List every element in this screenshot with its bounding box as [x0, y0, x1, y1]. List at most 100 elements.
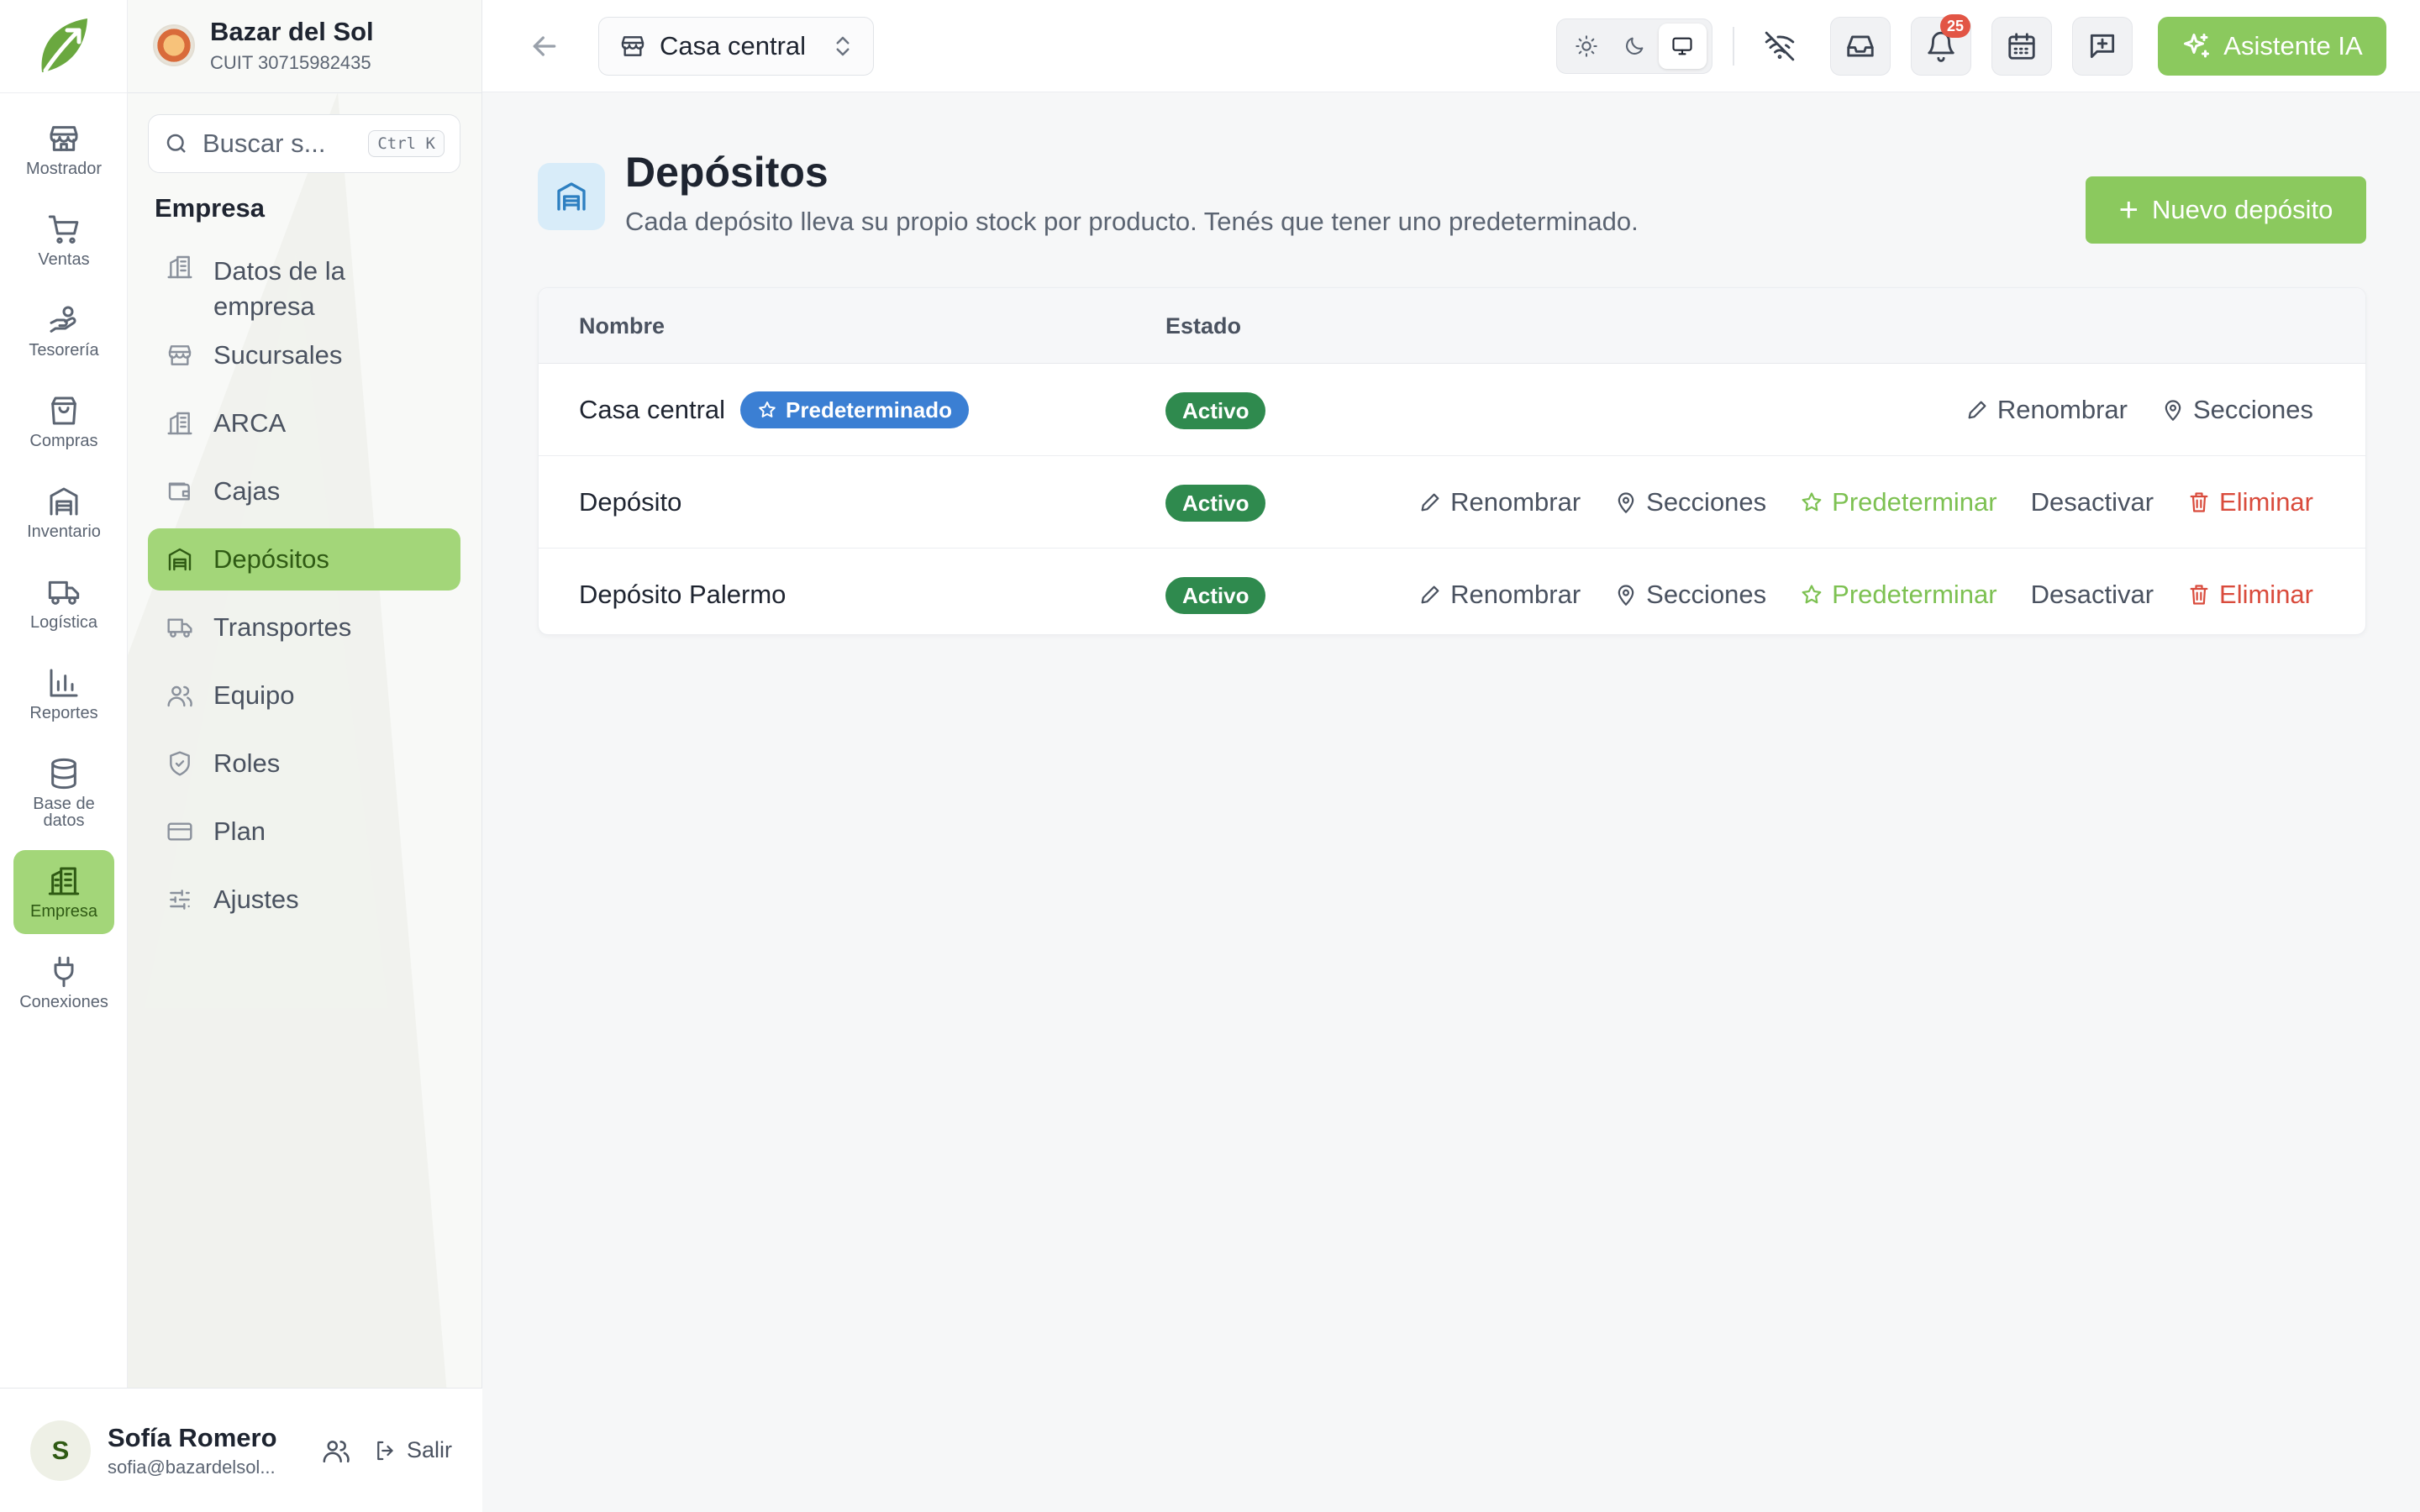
rename-label: Renombrar [1996, 395, 2128, 424]
rail-item-empresa[interactable]: Empresa [13, 850, 114, 934]
ai-assistant-label: Asistente IA [2223, 31, 2363, 60]
rail-item-conexiones[interactable]: Conexiones [13, 941, 114, 1025]
warehouse-name: Casa central [579, 395, 726, 424]
new-warehouse-button[interactable]: + Nuevo depósito [2086, 176, 2366, 244]
inbox-button[interactable] [1830, 17, 1891, 76]
search-shortcut: Ctrl K [368, 130, 445, 157]
hand-coins-icon [50, 306, 76, 333]
warehouse-icon [50, 487, 78, 516]
map-pin-icon [2165, 400, 2181, 421]
nav-item-arca[interactable]: ARCA [148, 392, 460, 454]
avatar[interactable]: S [30, 1420, 91, 1481]
rail-item-compras[interactable]: Compras [13, 380, 114, 464]
logout-button[interactable]: Salir [373, 1437, 452, 1463]
building-icon [48, 867, 80, 895]
deactivate-label: Desactivar [2030, 487, 2154, 517]
rail-item-base-de-datos[interactable]: Base de datos [13, 743, 114, 843]
back-button[interactable] [528, 29, 561, 63]
deactivate-button[interactable]: Desactivar [2031, 487, 2154, 517]
offline-button[interactable] [1749, 17, 1810, 76]
rail-item-label: Logística [29, 613, 98, 632]
org-header[interactable]: Bazar del Sol CUIT 30715982435 [153, 17, 374, 74]
notifications-button[interactable]: 25 [1911, 14, 1971, 76]
store-icon [168, 345, 192, 365]
rename-button[interactable]: Renombrar [1418, 487, 1581, 517]
trash-icon [2190, 585, 2208, 605]
theme-dark-button[interactable] [1610, 24, 1658, 69]
users-icon [323, 1440, 350, 1462]
row-actions: Renombrar Secciones [1932, 364, 2313, 456]
row-actions: Renombrar Secciones Predeterminar Desact… [1385, 549, 2313, 634]
nav-item-label: Sucursales [213, 340, 343, 370]
sections-button[interactable]: Secciones [1614, 487, 1766, 517]
nav-item-depositos[interactable]: Depósitos [148, 528, 460, 591]
toolbar-divider [1733, 27, 1734, 66]
pencil-icon [1421, 585, 1439, 604]
calendar-button[interactable] [1991, 17, 2052, 76]
warehouse-name-cell: Depósito [579, 456, 681, 549]
nav-item-datos-empresa[interactable]: Datos de la empresa [148, 239, 460, 324]
rail-item-tesoreria[interactable]: Tesorería [13, 289, 114, 373]
rail-item-mostrador[interactable]: Mostrador [13, 108, 114, 192]
make-default-label: Predeterminar [1832, 487, 1997, 517]
status-badge: Activo [1165, 577, 1266, 614]
column-header-name: Nombre [579, 313, 666, 339]
theme-light-button[interactable] [1562, 24, 1610, 69]
column-header-status: Estado [1165, 313, 1242, 339]
delete-label: Eliminar [2219, 487, 2313, 517]
database-icon [51, 758, 76, 790]
pencil-icon [1968, 401, 1986, 419]
rename-button[interactable]: Renombrar [1965, 395, 2128, 425]
make-default-button[interactable]: Predeterminar [1800, 487, 1997, 517]
rail-item-logistica[interactable]: Logística [13, 561, 114, 645]
nav-item-sucursales[interactable]: Sucursales [148, 324, 460, 386]
warehouse-name: Depósito Palermo [579, 580, 786, 609]
nav-item-label: Datos de la empresa [213, 256, 345, 321]
nav-item-roles[interactable]: Roles [148, 732, 460, 795]
branch-selector[interactable]: Casa central [598, 17, 874, 76]
rail-item-ventas[interactable]: Ventas [13, 198, 114, 282]
warehouse-name-cell: Casa central Predeterminado [579, 364, 969, 456]
deactivate-button[interactable]: Desactivar [2031, 580, 2154, 610]
rail-item-label: Base de datos [33, 795, 95, 830]
ai-assistant-button[interactable]: Asistente IA [2158, 17, 2386, 76]
rename-button[interactable]: Renombrar [1418, 580, 1581, 610]
switch-user-button[interactable] [318, 1432, 355, 1469]
page-title: Depósitos [625, 149, 829, 196]
page-icon [538, 163, 605, 230]
delete-label: Eliminar [2219, 580, 2313, 609]
default-badge-label: Predeterminado [786, 396, 952, 423]
delete-button[interactable]: Eliminar [2187, 487, 2313, 517]
cart-icon [48, 215, 79, 244]
nav-item-equipo[interactable]: Equipo [148, 664, 460, 727]
map-pin-icon [1618, 585, 1634, 606]
feedback-button[interactable] [2072, 17, 2133, 76]
leaf-logo-icon[interactable] [30, 12, 97, 79]
trash-icon [2190, 492, 2208, 512]
nav-item-ajustes[interactable]: Ajustes [148, 869, 460, 931]
nav-item-plan[interactable]: Plan [148, 801, 460, 863]
sections-button[interactable]: Secciones [2161, 395, 2313, 425]
delete-button[interactable]: Eliminar [2187, 580, 2313, 610]
users-icon [167, 685, 192, 707]
nav-item-label: Transportes [213, 612, 352, 642]
warehouses-table: Nombre Estado Casa central Predeterminad… [538, 287, 2366, 635]
inbox-icon [1847, 35, 1874, 57]
make-default-button[interactable]: Predeterminar [1800, 580, 1997, 610]
user-email: sofia@bazardelsol... [108, 1456, 276, 1478]
settings-sidebar: Bazar del Sol CUIT 30715982435 Buscar s.… [128, 0, 482, 1512]
table-row: Depósito Activo Renombrar Secciones Pred… [539, 456, 2365, 549]
search-placeholder: Buscar s... [203, 129, 326, 158]
sections-button[interactable]: Secciones [1614, 580, 1766, 610]
nav-item-cajas[interactable]: Cajas [148, 460, 460, 522]
logout-label: Salir [406, 1437, 452, 1462]
star-icon [759, 402, 776, 417]
rail-item-inventario[interactable]: Inventario [13, 470, 114, 554]
theme-system-button[interactable] [1658, 24, 1707, 69]
search-input[interactable]: Buscar s... Ctrl K [148, 114, 460, 173]
rail-item-label: Ventas [38, 250, 90, 269]
nav-item-transportes[interactable]: Transportes [148, 596, 460, 659]
rail-item-reportes[interactable]: Reportes [13, 652, 114, 736]
sliders-icon [170, 890, 190, 910]
sections-label: Secciones [1646, 580, 1767, 609]
